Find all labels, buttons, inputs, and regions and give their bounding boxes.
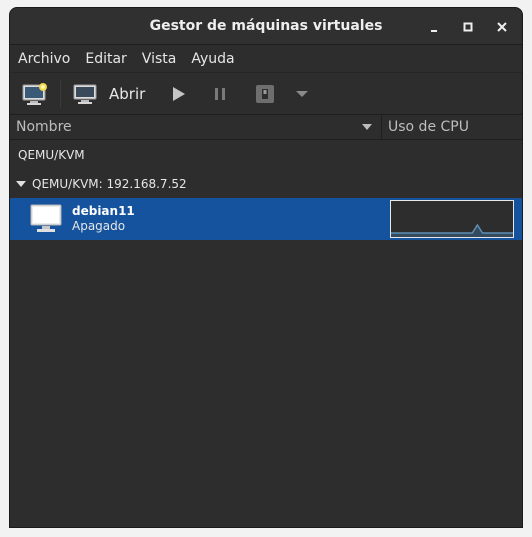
sort-arrow-icon: [362, 124, 372, 130]
menu-editar[interactable]: Editar: [85, 51, 135, 67]
open-label: Abrir: [109, 84, 146, 103]
vm-monitor-icon: [30, 204, 62, 232]
menu-vista[interactable]: Vista: [142, 51, 186, 67]
minimize-icon: [431, 29, 437, 32]
new-vm-icon: [22, 82, 47, 105]
minimize-button[interactable]: [424, 17, 444, 37]
vm-name: debian11: [72, 204, 135, 218]
cpu-usage-line: [391, 223, 513, 237]
close-button[interactable]: [492, 17, 512, 37]
menu-bar: Archivo Editar Vista Ayuda: [10, 45, 522, 73]
shutdown-button[interactable]: [255, 77, 275, 111]
cpu-usage-area: [391, 225, 513, 237]
chevron-down-icon: [296, 90, 309, 97]
window-title: Gestor de máquinas virtuales: [149, 18, 383, 34]
play-icon: [173, 86, 186, 101]
maximize-button[interactable]: [458, 17, 478, 37]
column-header: Nombre Uso de CPU: [10, 115, 522, 140]
connection-row[interactable]: QEMU/KVM: 192.168.7.52: [10, 169, 522, 198]
menu-ayuda[interactable]: Ayuda: [191, 51, 243, 67]
pause-button[interactable]: [213, 77, 227, 111]
run-button[interactable]: [171, 77, 187, 111]
close-icon: [497, 21, 507, 32]
title-bar[interactable]: Gestor de máquinas virtuales: [10, 8, 522, 45]
monitor-icon: [73, 84, 97, 104]
connection-label: QEMU/KVM: 192.168.7.52: [32, 176, 187, 191]
connection-label: QEMU/KVM: [18, 147, 85, 162]
virt-manager-window: Gestor de máquinas virtuales Archivo Edi…: [9, 7, 523, 528]
vm-text: debian11 Apagado: [72, 204, 135, 234]
toolbar: Abrir: [10, 73, 522, 115]
vm-list: QEMU/KVM QEMU/KVM: 192.168.7.52 debian11…: [10, 140, 522, 240]
window-controls: [424, 8, 512, 45]
cpu-usage-graph: [390, 200, 514, 238]
cpu-usage-series: [391, 223, 513, 234]
shutdown-menu-button[interactable]: [295, 77, 309, 111]
maximize-icon: [463, 22, 473, 31]
pause-icon: [215, 87, 226, 100]
open-button[interactable]: Abrir: [73, 77, 145, 111]
expander-icon[interactable]: [16, 180, 26, 188]
column-name-label: Nombre: [16, 119, 72, 135]
shutdown-icon: [256, 84, 275, 103]
vm-status: Apagado: [72, 219, 126, 233]
vm-row[interactable]: debian11 Apagado: [10, 198, 522, 240]
connection-row[interactable]: QEMU/KVM: [10, 140, 522, 169]
column-name[interactable]: Nombre: [10, 115, 382, 139]
toolbar-separator: [60, 79, 61, 108]
menu-archivo[interactable]: Archivo: [18, 51, 79, 67]
column-cpu[interactable]: Uso de CPU: [382, 115, 522, 139]
new-vm-button[interactable]: [22, 77, 48, 111]
column-cpu-label: Uso de CPU: [388, 119, 469, 135]
